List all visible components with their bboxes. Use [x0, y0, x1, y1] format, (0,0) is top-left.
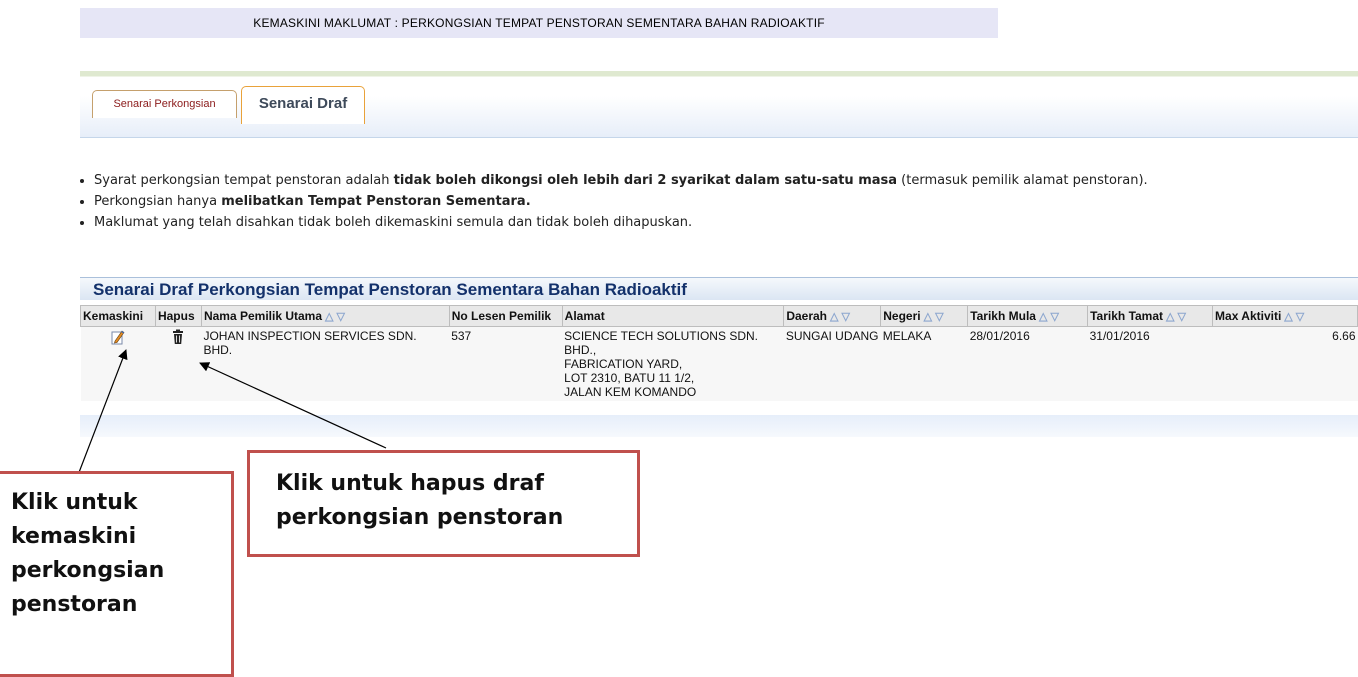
- sort-asc-icon[interactable]: △: [924, 311, 932, 323]
- cell-no-lesen: 537: [449, 326, 563, 401]
- col-tarikh-mula[interactable]: Tarikh Mula △ ▽: [967, 305, 1089, 327]
- sort-desc-icon[interactable]: ▽: [1050, 311, 1058, 323]
- info-notes: Syarat perkongsian tempat penstoran adal…: [80, 172, 1148, 235]
- col-max-aktiviti[interactable]: Max Aktiviti △ ▽: [1212, 305, 1358, 327]
- table-title: Senarai Draf Perkongsian Tempat Penstora…: [80, 277, 1358, 300]
- page-header: KEMASKINI MAKLUMAT : PERKONGSIAN TEMPAT …: [80, 8, 998, 38]
- sort-asc-icon[interactable]: △: [1284, 311, 1292, 323]
- col-kemaskini: Kemaskini: [80, 305, 156, 327]
- table-row: JOHAN INSPECTION SERVICES SDN. BHD. 537 …: [80, 326, 1358, 401]
- sort-asc-icon[interactable]: △: [830, 311, 838, 323]
- sort-asc-icon[interactable]: △: [1166, 311, 1174, 323]
- alamat-line: LOT 2310, BATU 11 1/2,: [564, 371, 695, 385]
- cell-tarikh-tamat: 31/01/2016: [1087, 326, 1213, 401]
- cell-daerah: SUNGAI UDANG: [783, 326, 881, 401]
- cell-max-aktiviti: 6.66: [1212, 326, 1358, 401]
- page-title: KEMASKINI MAKLUMAT : PERKONGSIAN TEMPAT …: [253, 16, 825, 30]
- callout-delete: Klik untuk hapus draf perkongsian pensto…: [247, 450, 640, 557]
- col-negeri[interactable]: Negeri △ ▽: [880, 305, 969, 327]
- cell-tarikh-mula: 28/01/2016: [967, 326, 1088, 401]
- col-alamat: Alamat: [561, 305, 785, 327]
- sort-asc-icon[interactable]: △: [1039, 311, 1047, 323]
- col-tarikh-tamat[interactable]: Tarikh Tamat △ ▽: [1087, 305, 1214, 327]
- cell-hapus: [155, 326, 202, 401]
- sort-desc-icon[interactable]: ▽: [1178, 311, 1186, 323]
- col-daerah[interactable]: Daerah △ ▽: [783, 305, 882, 327]
- cell-nama-pemilik: JOHAN INSPECTION SERVICES SDN. BHD.: [201, 326, 450, 401]
- sort-desc-icon[interactable]: ▽: [935, 311, 943, 323]
- alamat-line: JALAN KEM KOMANDO: [564, 385, 697, 399]
- draft-table: Kemaskini Hapus Nama Pemilik Utama △ ▽ No …: [80, 305, 1358, 401]
- note-item: Maklumat yang telah disahkan tidak boleh…: [94, 214, 1148, 231]
- note-item: Perkongsian hanya melibatkan Tempat Pens…: [94, 193, 1148, 210]
- sort-desc-icon[interactable]: ▽: [336, 311, 344, 323]
- note-item: Syarat perkongsian tempat penstoran adal…: [94, 172, 1148, 189]
- col-hapus: Hapus: [154, 305, 202, 327]
- tab-senarai-draf[interactable]: Senarai Draf: [241, 86, 365, 124]
- cell-kemaskini: [80, 326, 156, 401]
- edit-pencil-icon[interactable]: [111, 329, 125, 348]
- callout-edit: Klik untuk kemaskini perkongsian penstor…: [0, 471, 234, 677]
- col-nama-pemilik[interactable]: Nama Pemilik Utama △ ▽: [200, 305, 450, 327]
- sort-desc-icon[interactable]: ▽: [1296, 311, 1304, 323]
- sort-asc-icon[interactable]: △: [325, 311, 333, 323]
- trash-icon[interactable]: [172, 329, 184, 348]
- tab-bar: Senarai Perkongsian Senarai Draf: [80, 71, 1358, 138]
- tab-senarai-perkongsian[interactable]: Senarai Perkongsian: [92, 90, 237, 118]
- alamat-line: SCIENCE TECH SOLUTIONS SDN. BHD.,: [564, 329, 758, 357]
- table-header-row: Kemaskini Hapus Nama Pemilik Utama △ ▽ No …: [80, 305, 1358, 327]
- col-no-lesen: No Lesen Pemilik: [448, 305, 563, 327]
- cell-alamat: SCIENCE TECH SOLUTIONS SDN. BHD., FABRIC…: [562, 326, 784, 401]
- table-footer: [80, 415, 1358, 437]
- cell-negeri: MELAKA: [880, 326, 968, 401]
- alamat-line: FABRICATION YARD,: [564, 357, 683, 371]
- sort-desc-icon[interactable]: ▽: [841, 311, 849, 323]
